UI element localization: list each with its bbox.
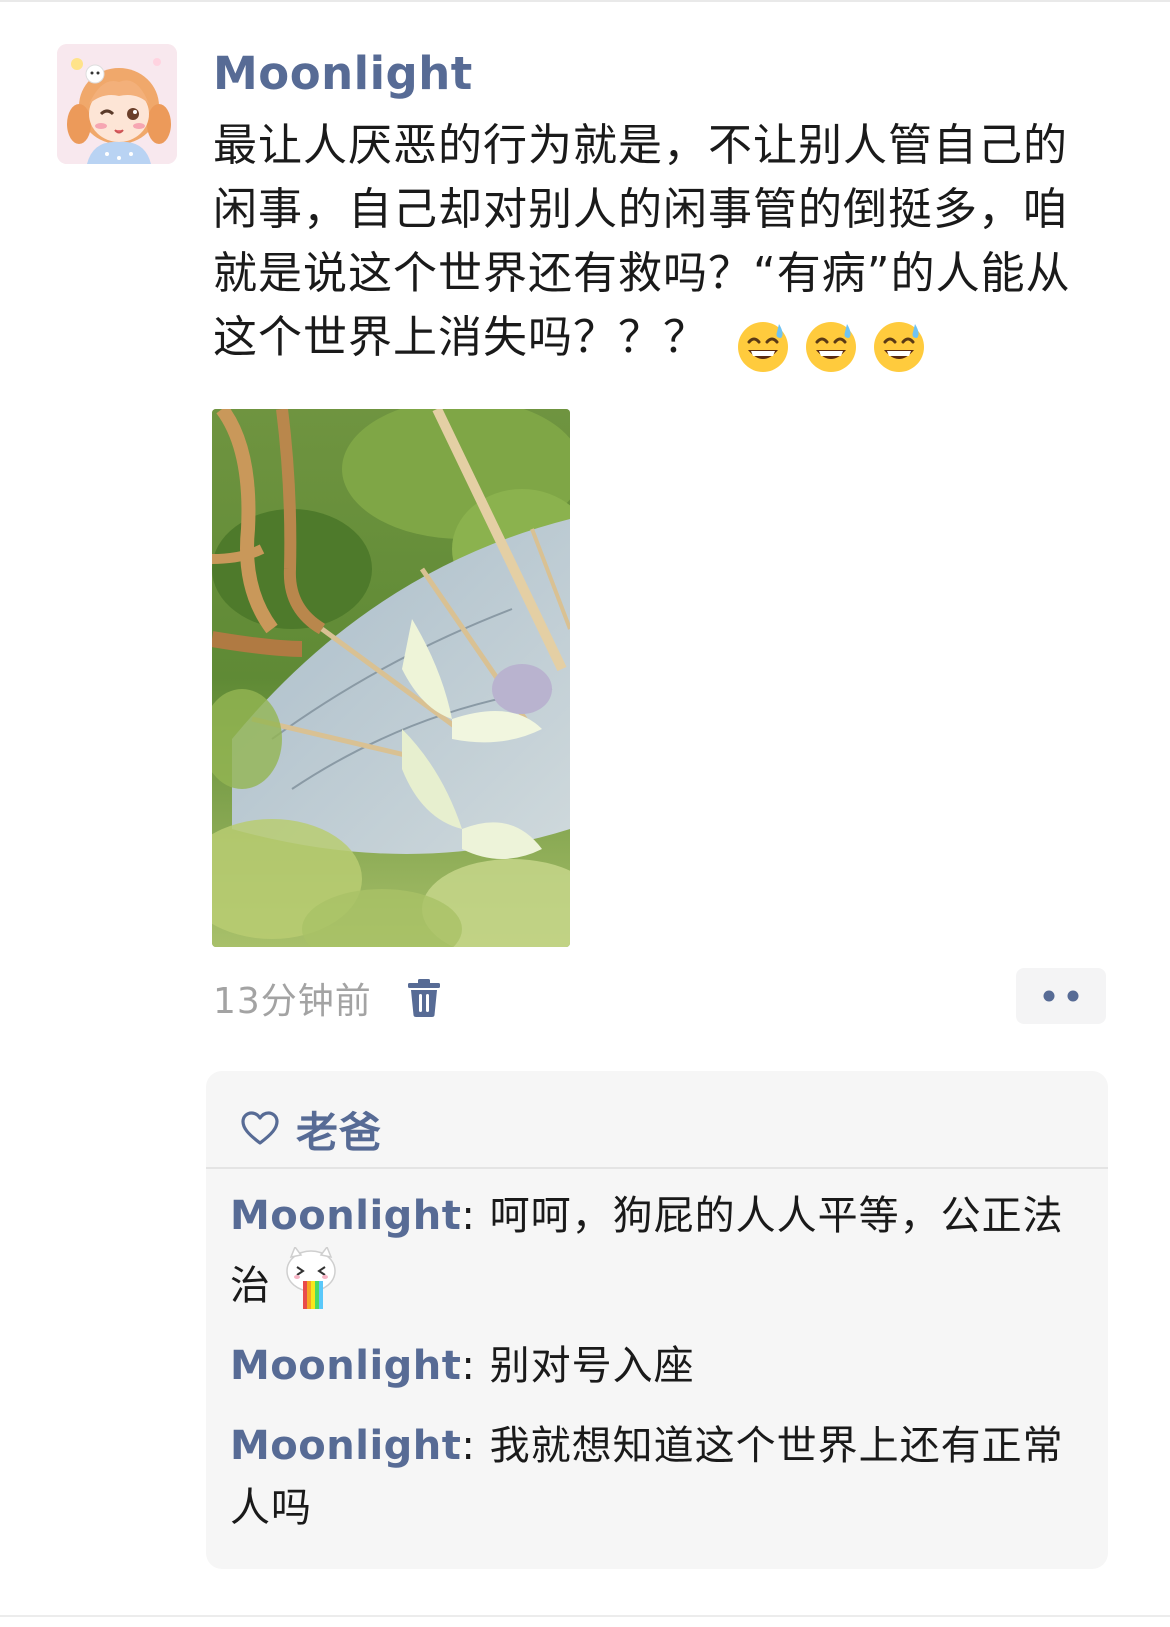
likes-row: 老爸 — [240, 1095, 382, 1163]
sweat-smile-emoji-icon — [738, 322, 788, 372]
heart-icon — [241, 1111, 279, 1145]
comment-author[interactable]: Moonlight — [230, 1423, 461, 1469]
garden-umbrella-photo — [212, 409, 570, 947]
author-avatar[interactable] — [57, 44, 177, 164]
interaction-panel: 老爸 Moonlight: 呵呵，狗屁的人人平等，公正法治 Moonlight:… — [206, 1071, 1108, 1569]
sweat-smile-emoji-icon — [874, 322, 924, 372]
like-user-name[interactable]: 老爸 — [296, 1099, 382, 1160]
comment-item[interactable]: Moonlight: 我就想知道这个世界上还有正常人吗 — [230, 1415, 1066, 1539]
likes-comments-divider — [206, 1167, 1108, 1169]
post-timestamp: 13分钟前 — [213, 981, 372, 1022]
sweat-smile-emoji-icon — [806, 322, 856, 372]
author-name[interactable]: Moonlight — [213, 44, 473, 104]
comment-item[interactable]: Moonlight: 别对号入座 — [230, 1335, 1066, 1397]
comment-author[interactable]: Moonlight — [230, 1343, 461, 1389]
trash-icon[interactable] — [406, 978, 442, 1018]
more-actions-button[interactable] — [1016, 968, 1106, 1024]
rainbow-vomit-cat-sticker-icon — [286, 1247, 336, 1309]
post-body: 最让人厌恶的行为就是，不让别人管自己的闲事，自己却对别人的闲事管的倒挺多，咱就是… — [213, 120, 1071, 363]
more-dots-icon — [1043, 990, 1079, 1002]
comment-author[interactable]: Moonlight — [230, 1193, 461, 1239]
comment-separator: : — [461, 1343, 476, 1389]
post-photo[interactable] — [212, 409, 570, 947]
post-meta: 13分钟前 — [213, 968, 442, 1028]
comment-separator: : — [461, 1423, 476, 1469]
comment-item[interactable]: Moonlight: 呵呵，狗屁的人人平等，公正法治 — [230, 1185, 1066, 1317]
post-text: 最让人厌恶的行为就是，不让别人管自己的闲事，自己却对别人的闲事管的倒挺多，咱就是… — [213, 114, 1103, 376]
comments-list: Moonlight: 呵呵，狗屁的人人平等，公正法治 Moonlight: 别对… — [230, 1185, 1066, 1557]
top-divider — [0, 0, 1170, 2]
bottom-divider — [0, 1615, 1170, 1617]
comment-text: 别对号入座 — [475, 1343, 695, 1389]
comment-separator: : — [461, 1193, 476, 1239]
emoji-group — [735, 312, 939, 376]
avatar-illustration — [57, 44, 177, 164]
